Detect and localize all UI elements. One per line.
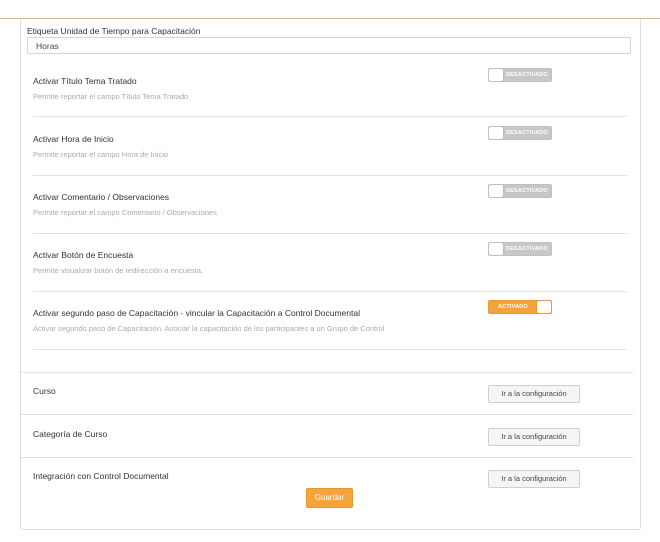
setting-description: Activar segundo paso de Capacitación. As… (33, 324, 385, 333)
time-unit-label: Etiqueta Unidad de Tiempo para Capacitac… (27, 26, 201, 36)
toggle-titulo-tema[interactable]: DESACTIVADO (488, 68, 552, 82)
setting-title: Activar Hora de Inicio (33, 134, 114, 144)
toggle-knob (537, 301, 551, 313)
divider (33, 116, 627, 117)
divider (33, 349, 627, 350)
toggle-segundo-paso[interactable]: ACTIVADO (488, 300, 552, 314)
toggle-state-label: ACTIVADO (498, 304, 528, 310)
setting-title: Activar Título Tema Tratado (33, 76, 137, 86)
setting-description: Permite reportar el campo Comentario / O… (33, 208, 217, 217)
setting-description: Permite reportar el campo Hora de Inicio (33, 150, 169, 159)
toggle-knob (489, 185, 503, 197)
toggle-knob (489, 69, 503, 81)
toggle-state-label: DESACTIVADO (506, 246, 548, 252)
divider (21, 414, 633, 415)
section-divider (21, 372, 633, 373)
config-label-integracion: Integración con Control Documental (33, 471, 169, 481)
config-label-categoria: Categoría de Curso (33, 429, 108, 439)
divider (33, 175, 627, 176)
config-button-categoria[interactable]: Ir a la configuración (488, 428, 580, 446)
setting-title: Activar Botón de Encuesta (33, 250, 134, 260)
setting-title: Activar segundo paso de Capacitación - v… (33, 308, 360, 318)
divider (33, 291, 627, 292)
toggle-state-label: DESACTIVADO (506, 188, 548, 194)
setting-title: Activar Comentario / Observaciones (33, 192, 170, 202)
save-button[interactable]: Guardar (306, 488, 353, 508)
toggle-knob (489, 127, 503, 139)
config-label-curso: Curso (33, 386, 56, 396)
divider (33, 233, 627, 234)
toggle-state-label: DESACTIVADO (506, 72, 548, 78)
toggle-boton-encuesta[interactable]: DESACTIVADO (488, 242, 552, 256)
config-button-curso[interactable]: Ir a la configuración (488, 385, 580, 403)
toggle-comentario[interactable]: DESACTIVADO (488, 184, 552, 198)
toggle-hora-inicio[interactable]: DESACTIVADO (488, 126, 552, 140)
time-unit-input[interactable]: Horas (27, 37, 631, 54)
setting-description: Permite reportar el campo Título Tema Tr… (33, 92, 189, 101)
divider (21, 457, 633, 458)
toggle-knob (489, 243, 503, 255)
toggle-state-label: DESACTIVADO (506, 130, 548, 136)
config-button-integracion[interactable]: Ir a la configuración (488, 470, 580, 488)
setting-description: Permite visualizar botón de redirección … (33, 266, 204, 275)
